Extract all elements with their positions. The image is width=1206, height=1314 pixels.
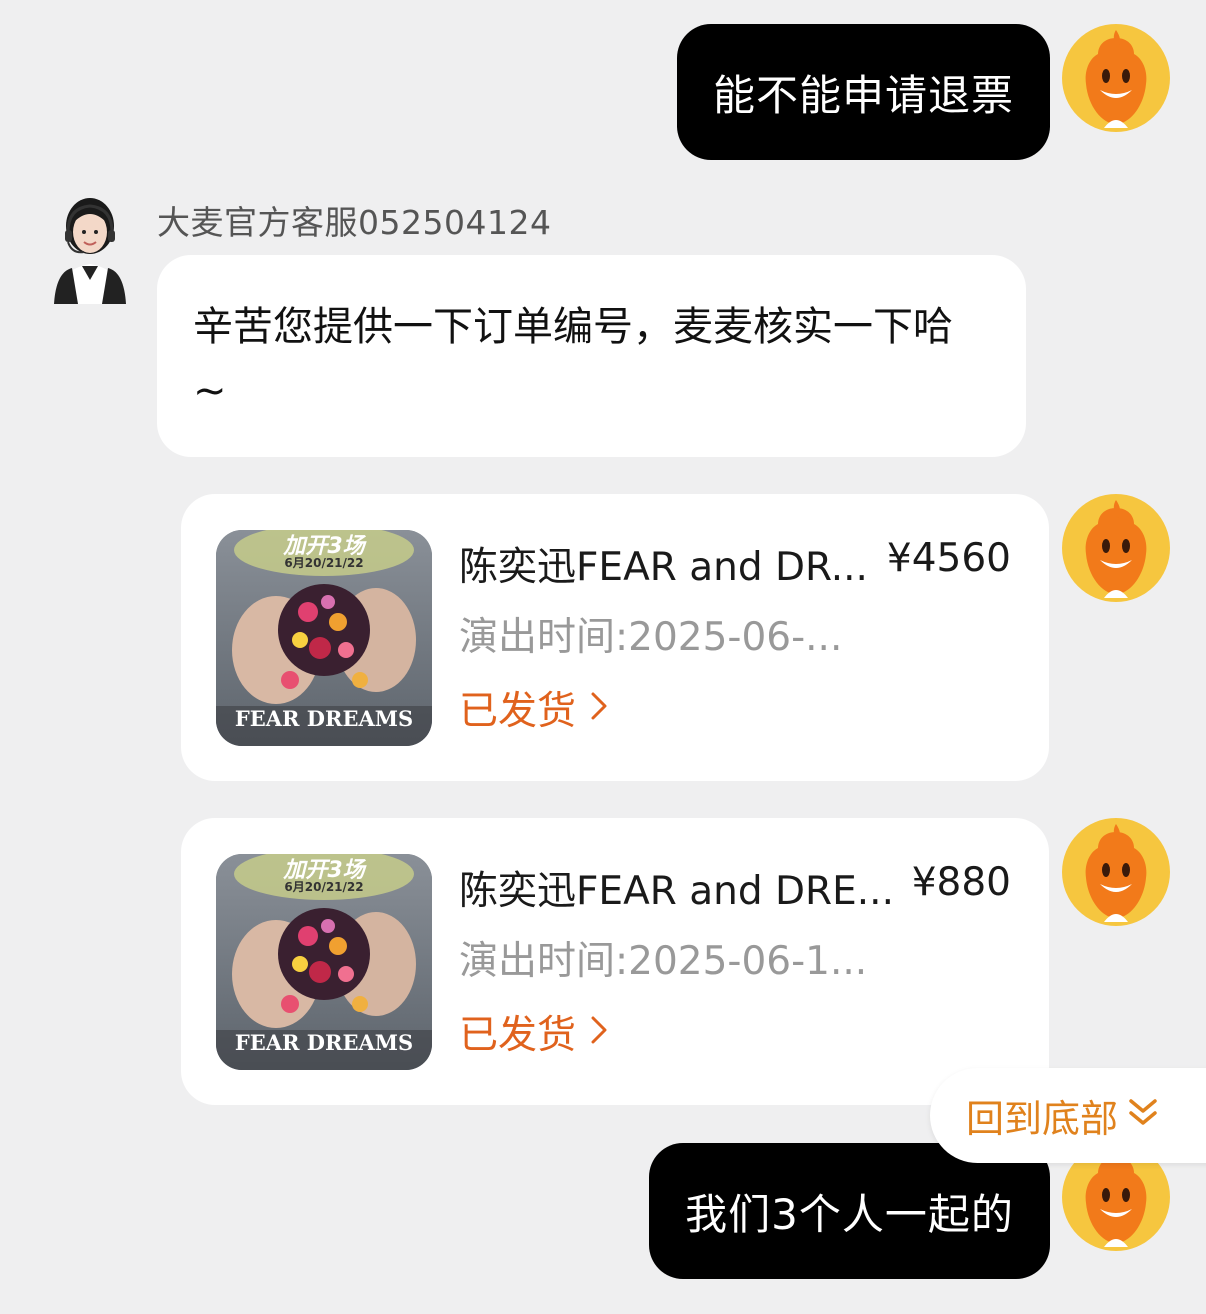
back-to-bottom-label: 回到底部 — [966, 1097, 1119, 1141]
poster-dates: 6月20/21/22 — [284, 880, 364, 894]
poster-title: FEAR DREAMS — [234, 706, 414, 731]
concert-poster-thumbnail: 加开3场 6月20/21/22 FEAR DREAMS — [216, 854, 432, 1070]
agent-message-bubble[interactable]: 辛苦您提供一下订单编号，麦麦核实一下哈~ — [157, 255, 1026, 457]
order-price: ¥880 — [911, 860, 1011, 905]
agent-avatar[interactable] — [48, 192, 132, 304]
order-show-time: 演出时间:2025-06-1... — [459, 939, 868, 984]
user-avatar[interactable] — [1062, 494, 1170, 602]
concert-poster-thumbnail: 加开3场 6月20/21/22 FEAR DREAMS — [216, 530, 432, 746]
user-message-text: 能不能申请退票 — [712, 70, 1014, 120]
order-price: ¥4560 — [886, 536, 1011, 581]
user-message-bubble[interactable]: 我们3个人一起的 — [649, 1143, 1050, 1279]
order-status: 已发货 — [459, 689, 577, 734]
order-card[interactable]: 加开3场 6月20/21/22 FEAR DREAMS 陈奕迅FEAR and … — [181, 818, 1049, 1105]
agent-name: 大麦官方客服052504124 — [157, 203, 552, 242]
order-show-time: 演出时间:2025-06-... — [459, 615, 843, 660]
user-avatar[interactable] — [1062, 818, 1170, 926]
poster-title: FEAR DREAMS — [234, 1030, 414, 1055]
order-card[interactable]: 加开3场 6月20/21/22 FEAR DREAMS 陈奕迅FEAR and … — [181, 494, 1049, 781]
chevron-right-icon — [590, 1010, 608, 1054]
poster-dates: 6月20/21/22 — [284, 556, 364, 570]
order-title: 陈奕迅FEAR and DR... — [459, 545, 868, 590]
order-status-link[interactable]: 已发货 — [459, 1004, 608, 1060]
order-title: 陈奕迅FEAR and DRE... — [459, 869, 894, 914]
agent-message-text: 辛苦您提供一下订单编号，麦麦核实一下哈~ — [193, 304, 953, 414]
user-avatar[interactable] — [1062, 24, 1170, 132]
order-status: 已发货 — [459, 1013, 577, 1058]
order-status-link[interactable]: 已发货 — [459, 680, 608, 736]
user-message-bubble[interactable]: 能不能申请退票 — [677, 24, 1050, 160]
double-chevron-down-icon — [1126, 1094, 1160, 1138]
chevron-right-icon — [590, 686, 608, 730]
back-to-bottom-button[interactable]: 回到底部 — [930, 1068, 1206, 1163]
user-message-text: 我们3个人一起的 — [685, 1189, 1014, 1239]
